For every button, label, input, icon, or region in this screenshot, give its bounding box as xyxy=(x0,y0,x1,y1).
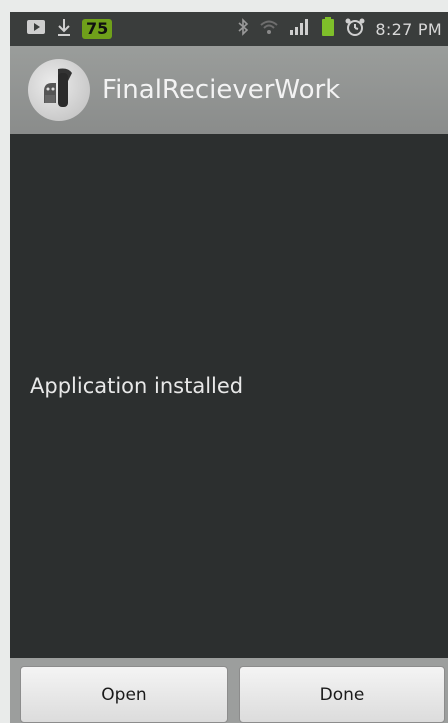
done-button[interactable]: Done xyxy=(239,666,445,723)
download-icon xyxy=(56,17,72,41)
status-bar: 75 8:27 PM xyxy=(10,12,448,46)
button-bar: Open Done xyxy=(10,658,448,723)
battery-icon xyxy=(321,17,335,41)
open-button[interactable]: Open xyxy=(20,666,228,723)
signal-icon xyxy=(289,18,311,40)
alarm-icon xyxy=(345,17,365,41)
install-status-message: Application installed xyxy=(30,374,244,398)
android-app-icon xyxy=(28,59,90,121)
notification-count-badge: 75 xyxy=(82,19,113,39)
media-icon xyxy=(26,19,46,39)
status-time: 8:27 PM xyxy=(375,19,442,39)
title-bar: FinalRecieverWork xyxy=(10,46,448,134)
install-result-panel: Application installed xyxy=(10,134,448,658)
app-title: FinalRecieverWork xyxy=(102,75,341,105)
wifi-icon xyxy=(259,19,279,39)
bluetooth-icon xyxy=(237,18,249,40)
phone-screen: 75 8:27 PM FinalRecieverWork Application… xyxy=(0,0,448,723)
